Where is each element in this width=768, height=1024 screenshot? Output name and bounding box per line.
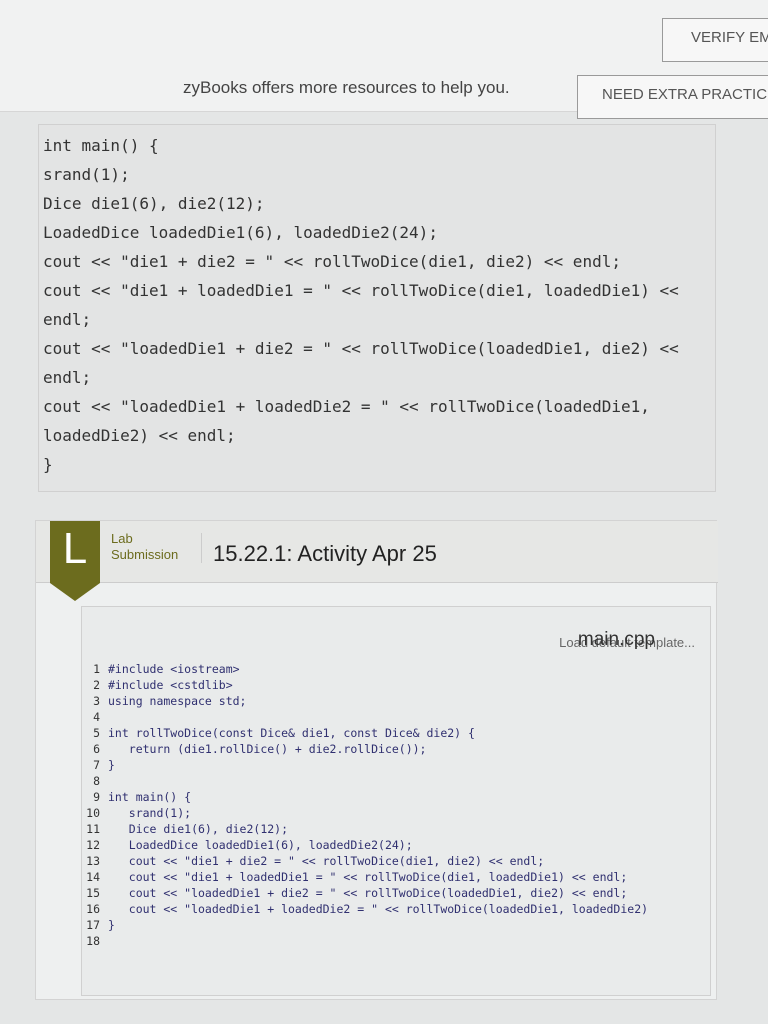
lab-badge: L: [50, 521, 100, 601]
line-code[interactable]: #include <iostream>: [108, 661, 240, 677]
lab-type-line2: Submission: [111, 547, 179, 562]
editor-line[interactable]: 12 LoadedDice loadedDie1(6), loadedDie2(…: [82, 837, 712, 853]
line-code[interactable]: }: [108, 917, 115, 933]
editor-line[interactable]: 18: [82, 933, 712, 949]
line-code[interactable]: }: [108, 757, 115, 773]
lab-type-line1: Lab: [111, 531, 133, 546]
line-number: 7: [93, 758, 100, 772]
code-editor[interactable]: Load default template... main.cpp 1 #incl…: [81, 606, 711, 996]
editor-line[interactable]: 2 #include <cstdlib>: [82, 677, 712, 693]
editor-line[interactable]: 16 cout << "loadedDie1 + loadedDie2 = " …: [82, 901, 712, 917]
line-code[interactable]: cout << "loadedDie1 + loadedDie2 = " << …: [108, 901, 648, 917]
line-number: 6: [93, 742, 100, 756]
snippet-line: cout << "loadedDie1 + die2 = " << rollTw…: [43, 339, 679, 358]
line-number: 17: [86, 918, 100, 932]
filename-label: main.cpp: [577, 629, 655, 650]
line-code[interactable]: srand(1);: [108, 805, 191, 821]
editor-line[interactable]: 15 cout << "loadedDie1 + die2 = " << rol…: [82, 885, 712, 901]
lab-header: L Lab Submission 15.22.1: Activity Apr 2…: [36, 521, 718, 601]
snippet-line: cout << "die1 + die2 = " << rollTwoDice(…: [43, 252, 621, 271]
line-number: 16: [86, 902, 100, 916]
editor-lines[interactable]: 1 #include <iostream> 2 #include <cstdlib> 3…: [82, 661, 712, 949]
editor-line[interactable]: 10 srand(1);: [82, 805, 712, 821]
snippet-line: cout << "loadedDie1 + loadedDie2 = " << …: [43, 397, 650, 416]
line-number: 1: [93, 662, 100, 676]
lab-title: 15.22.1: Activity Apr 25: [213, 541, 437, 566]
line-code[interactable]: return (die1.rollDice() + die2.rollDice(…: [108, 741, 427, 757]
line-number: 11: [86, 822, 100, 836]
snippet-line: LoadedDice loadedDie1(6), loadedDie2(24)…: [43, 223, 438, 242]
line-code[interactable]: Dice die1(6), die2(12);: [108, 821, 288, 837]
editor-line[interactable]: 14 cout << "die1 + loadedDie1 = " << rol…: [82, 869, 712, 885]
line-number: 8: [93, 774, 100, 788]
editor-line[interactable]: 8: [82, 773, 712, 789]
snippet-line: srand(1);: [43, 165, 130, 184]
editor-line[interactable]: 7}: [82, 757, 712, 773]
line-number: 4: [93, 710, 100, 724]
line-code[interactable]: cout << "die1 + loadedDie1 = " << rollTw…: [108, 869, 628, 885]
lab-type: Lab Submission: [111, 531, 178, 563]
line-number: 10: [86, 806, 100, 820]
snippet-line: endl;: [43, 310, 92, 329]
line-code[interactable]: cout << "die1 + die2 = " << rollTwoDice(…: [108, 853, 544, 869]
line-code[interactable]: using namespace std;: [108, 693, 246, 709]
line-number: 5: [93, 726, 100, 740]
editor-line[interactable]: 11 Dice die1(6), die2(12);: [82, 821, 712, 837]
line-code[interactable]: int rollTwoDice(const Dice& die1, const …: [108, 725, 475, 741]
lab-submission-card: L Lab Submission 15.22.1: Activity Apr 2…: [35, 520, 718, 1000]
snippet-line: int main() {: [43, 136, 159, 155]
line-code[interactable]: cout << "loadedDie1 + die2 = " << rollTw…: [108, 885, 628, 901]
line-number: 2: [93, 678, 100, 692]
editor-line[interactable]: 5 int rollTwoDice(const Dice& die1, const…: [82, 725, 712, 741]
line-number: 18: [86, 934, 100, 948]
top-bar: VERIFY EM zyBooks offers more resources …: [0, 0, 768, 119]
line-number: 14: [86, 870, 100, 884]
editor-line[interactable]: 9 int main() {: [82, 789, 712, 805]
divider: [201, 533, 202, 563]
snippet-line: cout << "die1 + loadedDie1 = " << rollTw…: [43, 281, 679, 300]
editor-line[interactable]: 1 #include <iostream>: [82, 661, 712, 677]
snippet-line: endl;: [43, 368, 92, 387]
line-code[interactable]: int main() {: [108, 789, 191, 805]
line-number: 12: [86, 838, 100, 852]
snippet-line: }: [43, 455, 53, 474]
line-code[interactable]: #include <cstdlib>: [108, 677, 233, 693]
snippet-line: loadedDie2) << endl;: [43, 426, 236, 445]
line-number: 9: [93, 790, 100, 804]
resources-text: zyBooks offers more resources to help yo…: [183, 78, 510, 97]
line-number: 13: [86, 854, 100, 868]
editor-line[interactable]: 17}: [82, 917, 712, 933]
editor-line[interactable]: 3 using namespace std;: [82, 693, 712, 709]
editor-line[interactable]: 13 cout << "die1 + die2 = " << rollTwoDi…: [82, 853, 712, 869]
verify-email-button[interactable]: VERIFY EM: [662, 18, 768, 62]
line-number: 15: [86, 886, 100, 900]
code-snippet: int main() { srand(1); Dice die1(6), die2(…: [38, 124, 716, 492]
need-extra-practice-button[interactable]: NEED EXTRA PRACTICE: [577, 75, 768, 119]
snippet-line: Dice die1(6), die2(12);: [43, 194, 265, 213]
line-code[interactable]: LoadedDice loadedDie1(6), loadedDie2(24)…: [108, 837, 413, 853]
editor-line[interactable]: 6 return (die1.rollDice() + die2.rollDic…: [82, 741, 712, 757]
editor-line[interactable]: 4: [82, 709, 712, 725]
line-number: 3: [93, 694, 100, 708]
